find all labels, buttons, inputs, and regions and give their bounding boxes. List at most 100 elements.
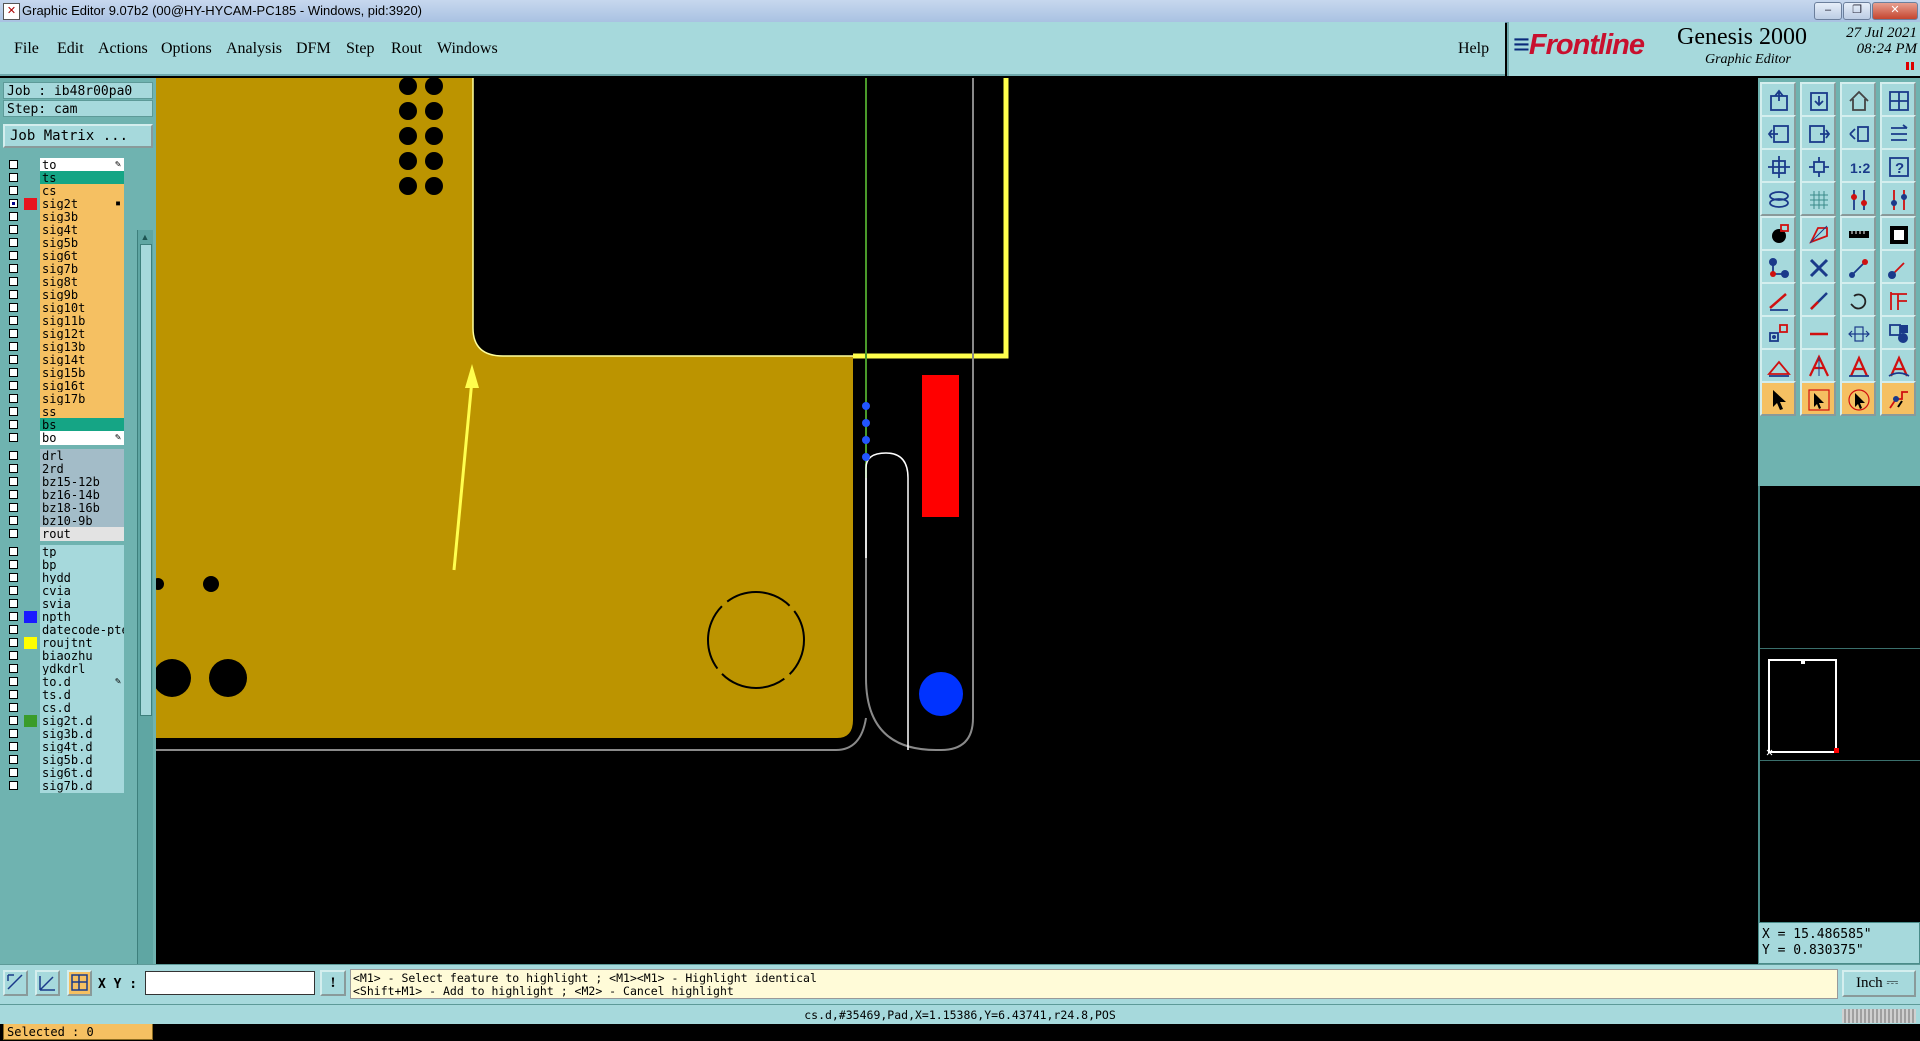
layer-checkbox[interactable]	[9, 251, 18, 260]
layer-row-biaozhu[interactable]: biaozhu	[5, 649, 124, 663]
layer-checkbox[interactable]	[9, 277, 18, 286]
layer-display-swatch[interactable]	[24, 559, 37, 571]
layer-row-sig5b.d[interactable]: sig5b.d	[5, 753, 124, 767]
menu-actions[interactable]: Actions	[98, 40, 148, 58]
layer-display-swatch[interactable]	[24, 250, 37, 262]
layer-name[interactable]: sig6t	[40, 249, 124, 263]
layer-checkbox[interactable]	[9, 516, 18, 525]
layer-display-swatch[interactable]	[24, 224, 37, 236]
zoom-area-button[interactable]	[3, 970, 28, 996]
layer-checkbox[interactable]	[9, 199, 18, 208]
layer-name[interactable]: to ✎	[40, 158, 124, 172]
layer-name[interactable]: npth	[40, 610, 124, 624]
layer-checkbox[interactable]	[9, 464, 18, 473]
layer-name[interactable]: to.d ✎	[40, 675, 124, 689]
layer-checkbox[interactable]	[9, 225, 18, 234]
layer-row-sig15b[interactable]: sig15b	[5, 366, 124, 380]
layer-name[interactable]: sig7b	[40, 262, 124, 276]
layer-name[interactable]: sig9b	[40, 288, 124, 302]
layer-checkbox[interactable]	[9, 703, 18, 712]
layer-name[interactable]: sig16t	[40, 379, 124, 393]
layer-name[interactable]: bz10-9b	[40, 514, 124, 528]
layer-checkbox[interactable]	[9, 420, 18, 429]
layer-name[interactable]: sig6t.d	[40, 766, 124, 780]
layer-display-swatch[interactable]	[24, 185, 37, 197]
node-red-tool-button[interactable]	[1880, 249, 1916, 284]
layer-row-bz15-12b[interactable]: bz15-12b	[5, 475, 124, 489]
layer-checkbox[interactable]	[9, 729, 18, 738]
layer-display-swatch[interactable]	[24, 689, 37, 701]
layer-row-rout[interactable]: rout	[5, 527, 124, 541]
layer-display-swatch[interactable]	[24, 237, 37, 249]
layer-name[interactable]: datecode-pte	[40, 623, 124, 637]
home-tool-button[interactable]	[1840, 82, 1876, 117]
layer-display-swatch[interactable]	[24, 315, 37, 327]
layer-checkbox[interactable]	[9, 433, 18, 442]
layer-name[interactable]: bz18-16b	[40, 501, 124, 515]
layer-name[interactable]: bz16-14b	[40, 488, 124, 502]
layer-display-swatch[interactable]	[24, 528, 37, 540]
layer-display-swatch[interactable]	[24, 432, 37, 444]
redo-tool-button[interactable]	[1880, 115, 1916, 150]
layer-row-sig10t[interactable]: sig10t	[5, 301, 124, 315]
layer-display-swatch[interactable]	[24, 676, 37, 688]
layer-row-sig17b[interactable]: sig17b	[5, 392, 124, 406]
layer-display-swatch[interactable]	[24, 393, 37, 405]
copy-tool-button[interactable]	[1880, 315, 1916, 350]
layer-row-sig9b[interactable]: sig9b	[5, 288, 124, 302]
text-a-arc-tool-button[interactable]	[1880, 348, 1916, 383]
layer-checkbox[interactable]	[9, 368, 18, 377]
pan-right-tool-button[interactable]	[1800, 115, 1836, 150]
layer-row-sig2t.d[interactable]: sig2t.d	[5, 714, 124, 728]
layer-name[interactable]: ydkdrl	[40, 662, 124, 676]
text-a-tool-button[interactable]	[1800, 348, 1836, 383]
layer-row-bs[interactable]: bs	[5, 418, 124, 432]
job-matrix-button[interactable]: Job Matrix ...	[3, 124, 153, 148]
info-button[interactable]: !	[320, 970, 346, 996]
layer-display-swatch[interactable]	[24, 419, 37, 431]
layer-checkbox[interactable]	[9, 355, 18, 364]
layer-checkbox[interactable]	[9, 690, 18, 699]
layer-name[interactable]: sig5b.d	[40, 753, 124, 767]
zoom-1to2-tool-button[interactable]: 1:2	[1840, 148, 1876, 183]
layer-checkbox[interactable]	[9, 477, 18, 486]
layer-name[interactable]: sig4t.d	[40, 740, 124, 754]
split-tool-button[interactable]	[1880, 282, 1916, 317]
layer-checkbox[interactable]	[9, 742, 18, 751]
resize-grip-icon[interactable]	[1842, 1009, 1916, 1023]
layer-display-swatch[interactable]	[24, 450, 37, 462]
layer-name[interactable]: drl	[40, 449, 124, 463]
layer-checkbox[interactable]	[9, 407, 18, 416]
layer-row-roujtnt[interactable]: roujtnt	[5, 636, 124, 650]
layer-display-swatch[interactable]	[24, 663, 37, 675]
layer-checkbox[interactable]	[9, 381, 18, 390]
close-button[interactable]: ✕	[1872, 2, 1918, 20]
layer-display-swatch[interactable]	[24, 211, 37, 223]
layer-name[interactable]: tp	[40, 545, 124, 559]
surface-tool-button[interactable]	[1800, 216, 1836, 251]
scrollbar-thumb[interactable]	[140, 244, 152, 716]
layer-checkbox[interactable]	[9, 755, 18, 764]
layer-checkbox[interactable]	[9, 781, 18, 790]
layer-display-swatch[interactable]	[24, 502, 37, 514]
overview-map[interactable]	[1758, 486, 1920, 922]
layer-checkbox[interactable]	[9, 625, 18, 634]
layer-row-sig5b[interactable]: sig5b	[5, 236, 124, 250]
layer-name[interactable]: sig2t.d	[40, 714, 124, 728]
layer-row-sig12t[interactable]: sig12t	[5, 327, 124, 341]
layer-checkbox[interactable]	[9, 503, 18, 512]
menu-help[interactable]: Help	[1458, 40, 1489, 58]
layer-display-swatch[interactable]	[24, 624, 37, 636]
layer-checkbox[interactable]	[9, 716, 18, 725]
layer-name[interactable]: sig11b	[40, 314, 124, 328]
layer-name[interactable]: bp	[40, 558, 124, 572]
window-split-tool-button[interactable]	[1880, 82, 1916, 117]
layer-display-swatch[interactable]	[24, 289, 37, 301]
layer-display-swatch[interactable]	[24, 328, 37, 340]
undo-tool-button[interactable]	[1840, 115, 1876, 150]
stretch-tool-button[interactable]	[1840, 315, 1876, 350]
layer-checkbox[interactable]	[9, 160, 18, 169]
layer-row-sig3b.d[interactable]: sig3b.d	[5, 727, 124, 741]
arc-tool-button[interactable]	[1840, 282, 1876, 317]
minimize-button[interactable]: –	[1814, 2, 1842, 20]
